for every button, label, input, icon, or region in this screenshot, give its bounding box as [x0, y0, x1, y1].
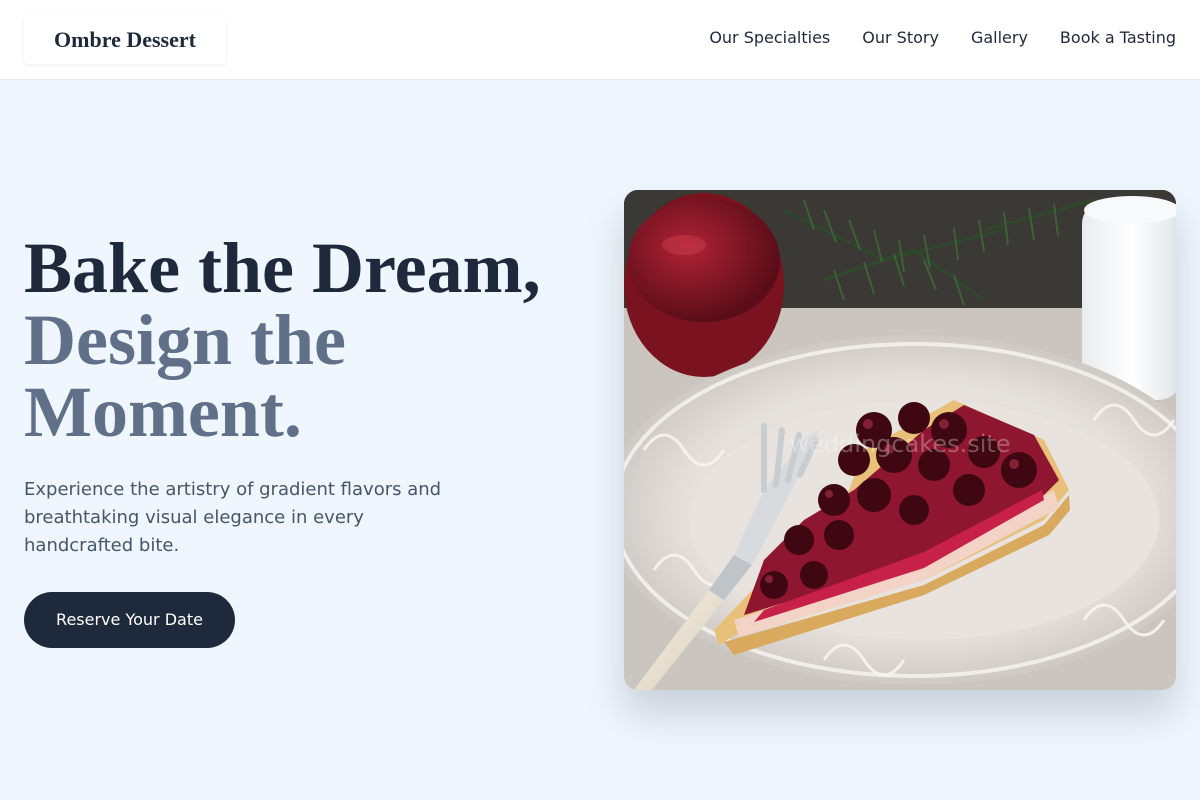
nav-link-book-tasting[interactable]: Book a Tasting — [1060, 28, 1176, 47]
headline-line-1: Bake the Dream, — [24, 228, 541, 308]
nav-link-story[interactable]: Our Story — [862, 28, 939, 47]
image-watermark: weddingcakes.site — [789, 430, 1010, 458]
hero-dessert-image: weddingcakes.site — [624, 190, 1176, 690]
headline-line-2: Design the — [24, 300, 346, 380]
brand-logo[interactable]: Ombre Dessert — [24, 16, 226, 64]
main-nav: Our Specialties Our Story Gallery Book a… — [709, 28, 1176, 47]
cherry-tart-photo: weddingcakes.site — [624, 190, 1176, 690]
nav-link-specialties[interactable]: Our Specialties — [709, 28, 830, 47]
headline-line-3: Moment. — [24, 372, 302, 452]
nav-link-gallery[interactable]: Gallery — [971, 28, 1028, 47]
reserve-date-button[interactable]: Reserve Your Date — [24, 592, 235, 648]
hero-description: Experience the artistry of gradient flav… — [24, 479, 442, 556]
hero-text: Bake the Dream, Design the Moment. Exper… — [24, 232, 584, 648]
hero-headline: Bake the Dream, Design the Moment. — [24, 232, 584, 448]
site-header: Ombre Dessert Our Specialties Our Story … — [0, 0, 1200, 80]
